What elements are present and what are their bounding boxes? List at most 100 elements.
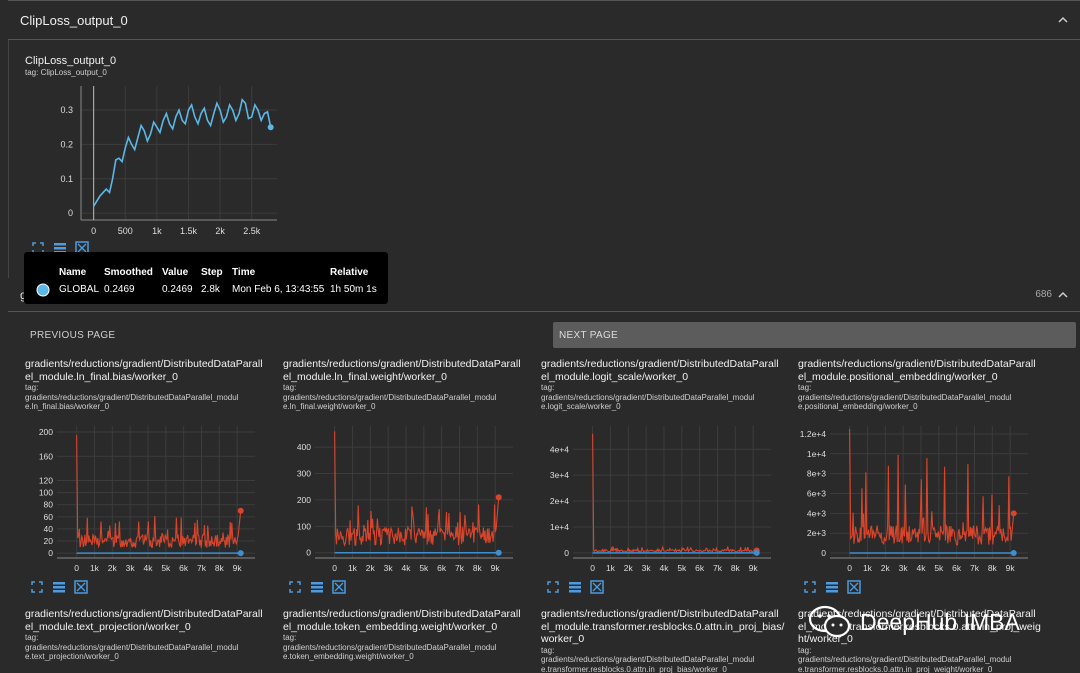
x-tick-label: 5k (677, 563, 687, 573)
cliploss-panel: ClipLoss_output_0 tag: ClipLoss_output_0… (8, 40, 1080, 278)
fullscreen-icon[interactable] (546, 580, 560, 594)
fullscreen-icon[interactable] (288, 580, 302, 594)
y-tick-label: 4e+3 (807, 508, 826, 518)
fit-domain-icon[interactable] (847, 580, 861, 594)
tooltip-header-smoothed: Smoothed (104, 267, 153, 278)
series-line (76, 435, 242, 549)
list-icon[interactable] (825, 580, 839, 594)
y-tick-label: 3e+4 (550, 470, 569, 480)
chart-toolbar (288, 580, 346, 594)
x-tick-label: 8k (731, 563, 741, 573)
series-line (92, 98, 272, 207)
gradient-chart[interactable]: 0 20 40 60 80 100 120 160 200 0 1k 2k 3k 4k 5k 6k 7k 8k 9k (5, 422, 257, 582)
y-tick-label: 1e+4 (550, 522, 569, 532)
card-title: gradients/reductions/gradient/Distribute… (25, 358, 263, 383)
y-tick-label: 4e+4 (550, 444, 569, 454)
fullscreen-icon[interactable] (30, 580, 44, 594)
y-tick-label: 300 (297, 469, 311, 479)
gradient-chart[interactable]: 0 100 200 300 400 0 1k 2k 3k 4k 5k 6k 7k 8k 9k (263, 422, 515, 582)
tooltip-header-name: Name (59, 267, 87, 278)
section-header-cliploss[interactable]: ClipLoss_output_0 (8, 0, 1080, 40)
y-tick-label: 0 (564, 548, 569, 558)
x-tick-label: 2.5k (243, 226, 261, 236)
fit-domain-icon[interactable] (74, 580, 88, 594)
x-tick-label: 0 (847, 563, 852, 573)
x-tick-label: 1k (152, 226, 162, 236)
tooltip-time: Mon Feb 6, 13:43:55 (232, 284, 325, 295)
x-tick-label: 4k (659, 563, 669, 573)
x-tick-label: 0 (590, 563, 595, 573)
x-tick-label: 5k (419, 563, 429, 573)
y-tick-label: 60 (44, 512, 54, 522)
series-line (592, 433, 757, 554)
x-tick-label: 3k (899, 563, 909, 573)
y-tick-label: 2e+4 (550, 496, 569, 506)
previous-page-button[interactable]: PREVIOUS PAGE (20, 322, 540, 348)
list-icon[interactable] (310, 580, 324, 594)
x-tick-label: 500 (118, 226, 133, 236)
chevron-up-icon[interactable] (1058, 15, 1068, 25)
tooltip-header-time: Time (232, 267, 256, 278)
y-tick-label: 0 (48, 548, 53, 558)
x-tick-label: 8k (988, 563, 998, 573)
card-tag: tag: gradients/reductions/gradient/Distri… (283, 383, 497, 411)
next-page-button[interactable]: NEXT PAGE (553, 322, 1076, 348)
tooltip-header-step: Step (201, 267, 223, 278)
tooltip-smoothed: 0.2469 (104, 284, 135, 295)
card-tag: tag: gradients/reductions/gradient/Distri… (25, 633, 239, 661)
y-tick-label: 2e+3 (807, 528, 826, 538)
card-title: gradients/reductions/gradient/Distribute… (798, 358, 1036, 383)
x-tick-label: 2k (366, 563, 376, 573)
fit-domain-icon[interactable] (332, 580, 346, 594)
y-tick-label: 400 (297, 442, 311, 452)
x-tick-label: 6k (437, 563, 447, 573)
x-tick-label: 6k (695, 563, 705, 573)
cliploss-chart[interactable]: 0 0.1 0.2 0.3 0 500 1k 1.5k 2k 2.5k (25, 84, 281, 240)
x-tick-label: 1k (606, 563, 616, 573)
gradient-chart[interactable]: 0 2e+3 4e+3 6e+3 8e+3 1e+4 1.2e+4 0 1k 2k 3k 4k 5k 6k… (778, 422, 1030, 582)
y-tick-label: 0.1 (60, 174, 73, 184)
chevron-up-icon[interactable] (1058, 290, 1068, 300)
chart-toolbar (30, 580, 88, 594)
data-tooltip: Name Smoothed Value Step Time Relative G… (24, 252, 388, 304)
x-tick-label: 3k (126, 563, 136, 573)
x-tick-label: 2k (215, 226, 225, 236)
y-tick-label: 120 (39, 475, 53, 485)
y-tick-label: 200 (297, 495, 311, 505)
y-tick-label: 100 (39, 488, 53, 498)
x-tick-label: 7k (713, 563, 723, 573)
last-point (1010, 510, 1017, 517)
gradient-card: gradients/reductions/gradient/Distribute… (25, 608, 277, 662)
tooltip-header-value: Value (162, 267, 189, 278)
chart-tag: tag: ClipLoss_output_0 (25, 68, 107, 77)
fit-domain-icon[interactable] (590, 580, 604, 594)
x-tick-label: 8k (473, 563, 483, 573)
gradient-card: gradients/reductions/gradient/Distribute… (283, 358, 535, 412)
y-tick-label: 40 (44, 524, 54, 534)
list-icon[interactable] (568, 580, 582, 594)
x-tick-label: 2k (108, 563, 118, 573)
y-tick-label: 8e+3 (807, 469, 826, 479)
x-tick-label: 7k (970, 563, 980, 573)
fullscreen-icon[interactable] (803, 580, 817, 594)
x-tick-label: 5k (934, 563, 944, 573)
tooltip-step: 2.8k (201, 284, 220, 295)
series-line (334, 431, 500, 547)
gradient-card: gradients/reductions/gradient/Distribute… (25, 358, 277, 412)
tooltip-value: 0.2469 (162, 284, 193, 295)
x-tick-label: 0 (91, 226, 96, 236)
x-tick-label: 4k (143, 563, 153, 573)
list-icon[interactable] (52, 580, 66, 594)
gradient-chart[interactable]: 0 1e+4 2e+4 3e+4 4e+4 0 1k 2k 3k 4k 5k 6k 7k 8k 9k (521, 422, 773, 582)
series-color-dot (36, 283, 50, 297)
x-tick-label: 9k (749, 563, 759, 573)
x-tick-label: 2k (624, 563, 634, 573)
card-title: gradients/reductions/gradient/Distribute… (541, 358, 779, 383)
chart-toolbar (803, 580, 861, 594)
card-tag: tag: gradients/reductions/gradient/Distri… (541, 383, 755, 411)
x-tick-label: 1k (348, 563, 358, 573)
y-tick-label: 6e+3 (807, 488, 826, 498)
watermark: DeepHub IMBA (808, 604, 1020, 640)
section-title: ClipLoss_output_0 (20, 12, 128, 28)
x-tick-label: 1k (863, 563, 873, 573)
